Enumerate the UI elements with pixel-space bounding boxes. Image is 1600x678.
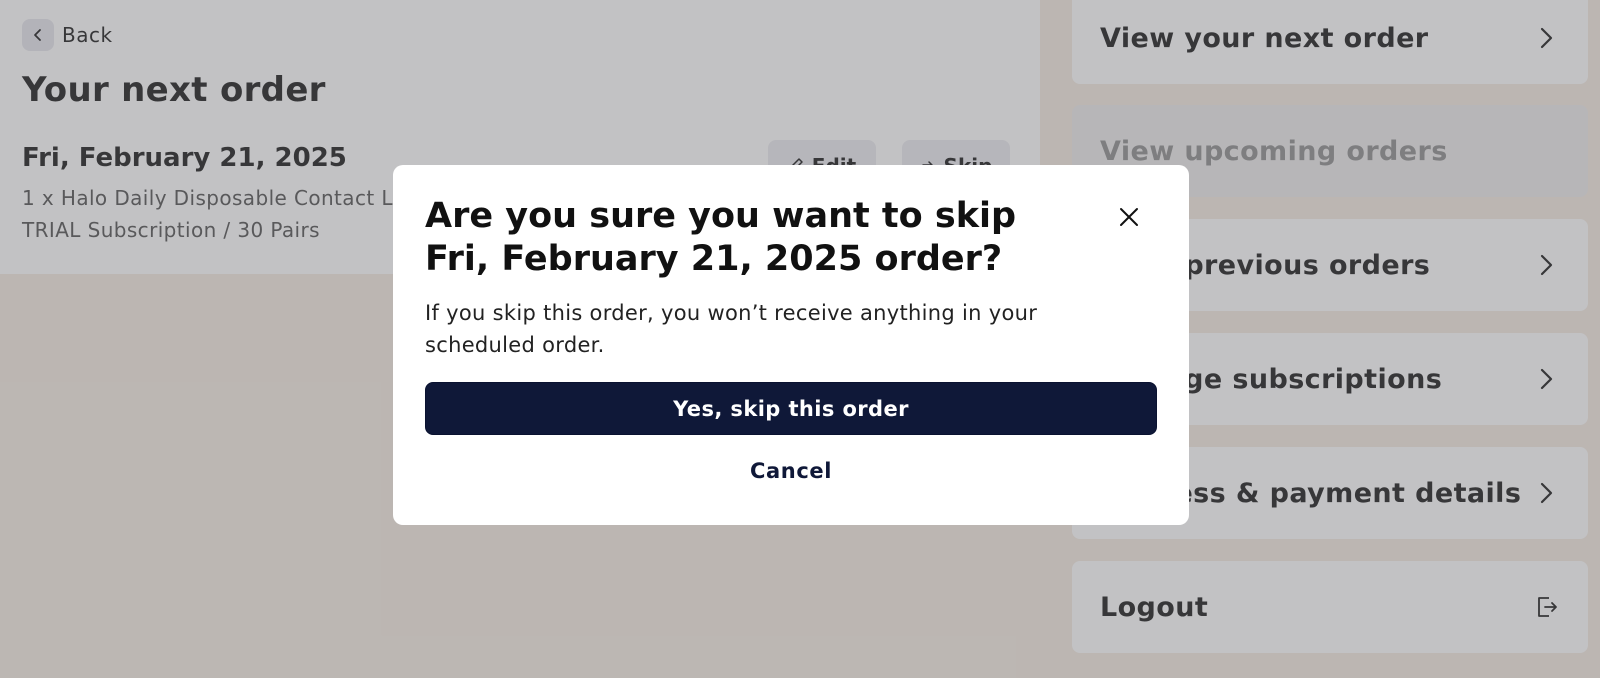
cancel-button[interactable]: Cancel	[425, 451, 1157, 491]
skip-order-dialog: Are you sure you want to skip Fri, Febru…	[393, 165, 1189, 525]
confirm-skip-button[interactable]: Yes, skip this order	[425, 382, 1157, 435]
dialog-message: If you skip this order, you won’t receiv…	[425, 301, 1038, 357]
dialog-title: Are you sure you want to skip Fri, Febru…	[425, 196, 1017, 279]
close-icon[interactable]	[1113, 201, 1145, 233]
